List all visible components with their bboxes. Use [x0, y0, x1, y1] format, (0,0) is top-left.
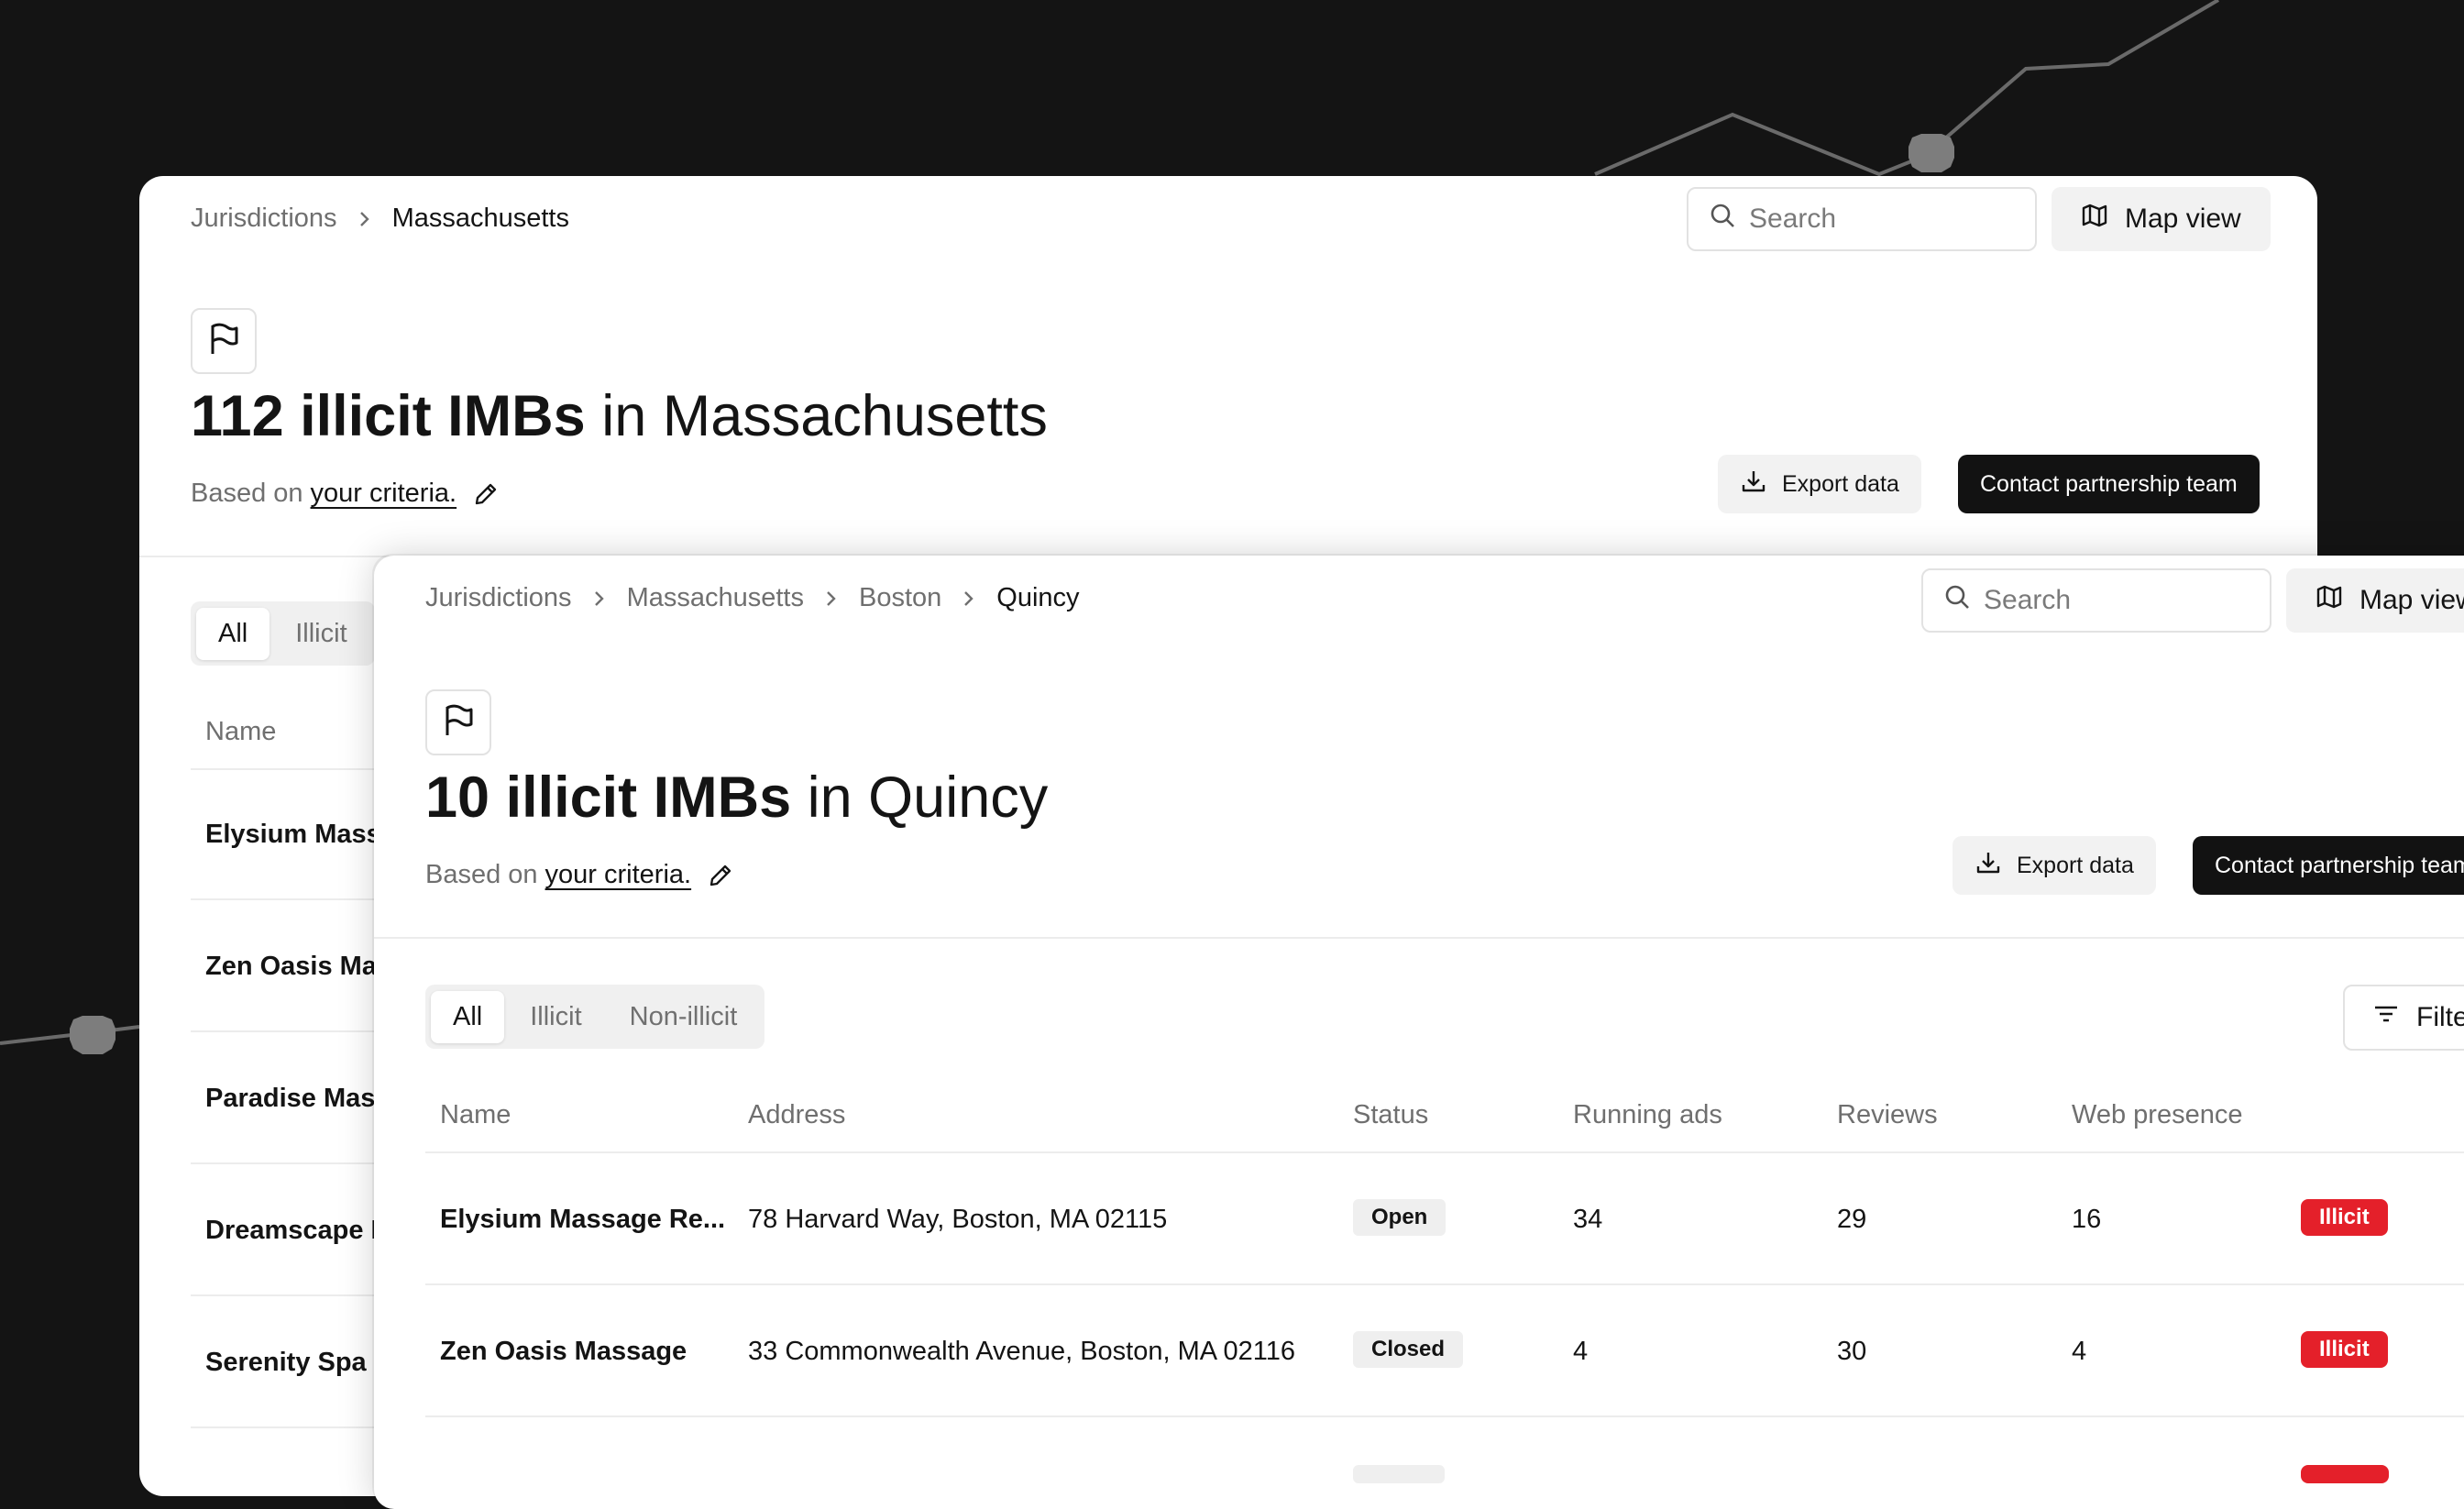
tab-illicit[interactable]: Illicit [273, 608, 368, 660]
contact-partnership-label: Contact partnership team [1980, 470, 2238, 497]
flag-icon [205, 321, 242, 362]
map-view-label: Map view [2360, 585, 2464, 615]
cell-reviews: 29 [1837, 1205, 1867, 1234]
chevron-right-icon [962, 589, 976, 608]
chevron-right-icon [824, 589, 839, 608]
map-icon [2316, 583, 2343, 618]
breadcrumb: Jurisdictions Massachusetts Boston Quinc… [425, 583, 1080, 613]
filter-icon [2372, 1000, 2400, 1035]
download-icon [1974, 849, 2002, 883]
front-panel: Jurisdictions Massachusetts Boston Quinc… [374, 556, 2464, 1509]
download-icon [1740, 468, 1767, 501]
tab-non-illicit[interactable]: Non-illicit [608, 991, 760, 1043]
row-divider [425, 1415, 2464, 1417]
export-data-button[interactable]: Export data [1718, 455, 1921, 513]
cell-reviews: 30 [1837, 1337, 1867, 1366]
criteria-link[interactable]: your criteria. [545, 860, 692, 890]
filter-tabs: All Illicit Non-illicit [425, 985, 765, 1049]
flag-icon-box [191, 308, 257, 374]
column-header-reviews[interactable]: Reviews [1837, 1100, 1938, 1130]
cell-web-presence: 16 [2072, 1205, 2102, 1234]
column-header-name[interactable]: Name [205, 717, 276, 747]
search-placeholder: Search [1749, 204, 1837, 234]
map-icon [2081, 202, 2108, 237]
export-data-label: Export data [1782, 470, 1899, 497]
status-badge: Open [1353, 1199, 1446, 1236]
export-data-button[interactable]: Export data [1952, 836, 2156, 895]
map-view-label: Map view [2125, 204, 2241, 234]
pencil-icon[interactable] [471, 479, 500, 509]
breadcrumb-item-boston[interactable]: Boston [859, 583, 941, 613]
illicit-badge: Illicit [2301, 1199, 2388, 1236]
column-header-web-presence[interactable]: Web presence [2072, 1100, 2242, 1130]
criteria-text: Based on your criteria. [425, 860, 735, 890]
cell-web-presence: 4 [2072, 1337, 2087, 1366]
search-input[interactable]: Search [1921, 568, 2272, 633]
chevron-right-icon [358, 210, 372, 228]
breadcrumb-item-massachusetts[interactable]: Massachusetts [392, 204, 569, 234]
list-item-name[interactable]: Serenity Spa [205, 1348, 367, 1378]
status-badge [1353, 1465, 1445, 1483]
cell-address: 78 Harvard Way, Boston, MA 02115 [748, 1205, 1168, 1234]
breadcrumb-item-jurisdictions[interactable]: Jurisdictions [425, 583, 572, 613]
cell-running-ads: 34 [1573, 1205, 1603, 1234]
route-shield-icon [1908, 134, 1954, 172]
breadcrumb-item-massachusetts[interactable]: Massachusetts [627, 583, 804, 613]
status-badge: Closed [1353, 1331, 1464, 1368]
cell-name: Elysium Massage Re... [440, 1205, 726, 1234]
illicit-badge [2301, 1465, 2389, 1483]
route-shield-icon [70, 1016, 116, 1054]
breadcrumb: Jurisdictions Massachusetts [191, 204, 569, 234]
filter-tabs: All Illicit [191, 601, 375, 666]
flag-icon-box [425, 689, 491, 755]
filters-label: Filters [2416, 1002, 2464, 1032]
column-header-address[interactable]: Address [748, 1100, 845, 1130]
page-title: 10 illicit IMBs in Quincy [425, 766, 1049, 830]
column-header-name[interactable]: Name [440, 1100, 511, 1130]
search-placeholder: Search [1984, 585, 2072, 615]
tab-illicit[interactable]: Illicit [508, 991, 603, 1043]
chevron-right-icon [592, 589, 607, 608]
search-icon [1709, 202, 1736, 237]
contact-partnership-button[interactable]: Contact partnership team [2193, 836, 2464, 895]
breadcrumb-item-quincy[interactable]: Quincy [996, 583, 1079, 613]
header-divider [374, 937, 2464, 939]
pencil-icon[interactable] [706, 861, 735, 890]
contact-partnership-button[interactable]: Contact partnership team [1958, 455, 2260, 513]
column-header-status[interactable]: Status [1353, 1100, 1428, 1130]
search-input[interactable]: Search [1687, 187, 2037, 251]
map-view-button[interactable]: Map view [2286, 568, 2464, 633]
criteria-link[interactable]: your criteria. [311, 479, 457, 509]
map-view-button[interactable]: Map view [2052, 187, 2271, 251]
row-divider [425, 1283, 2464, 1285]
export-data-label: Export data [2017, 852, 2134, 878]
breadcrumb-item-jurisdictions[interactable]: Jurisdictions [191, 204, 337, 234]
filters-button[interactable]: Filters [2343, 985, 2464, 1051]
criteria-text: Based on your criteria. [191, 479, 500, 509]
illicit-badge: Illicit [2301, 1331, 2388, 1368]
page-title: 112 illicit IMBs in Massachusetts [191, 384, 1048, 448]
flag-icon [440, 702, 477, 743]
search-icon [1943, 583, 1971, 618]
row-divider [425, 1151, 2464, 1153]
column-header-running-ads[interactable]: Running ads [1573, 1100, 1722, 1130]
cell-name: Zen Oasis Massage [440, 1337, 688, 1366]
cell-running-ads: 4 [1573, 1337, 1589, 1366]
contact-partnership-label: Contact partnership team [2215, 852, 2464, 878]
tab-all[interactable]: All [196, 607, 270, 660]
cell-address: 33 Commonwealth Avenue, Boston, MA 02116 [748, 1337, 1296, 1366]
tab-all[interactable]: All [431, 990, 505, 1043]
